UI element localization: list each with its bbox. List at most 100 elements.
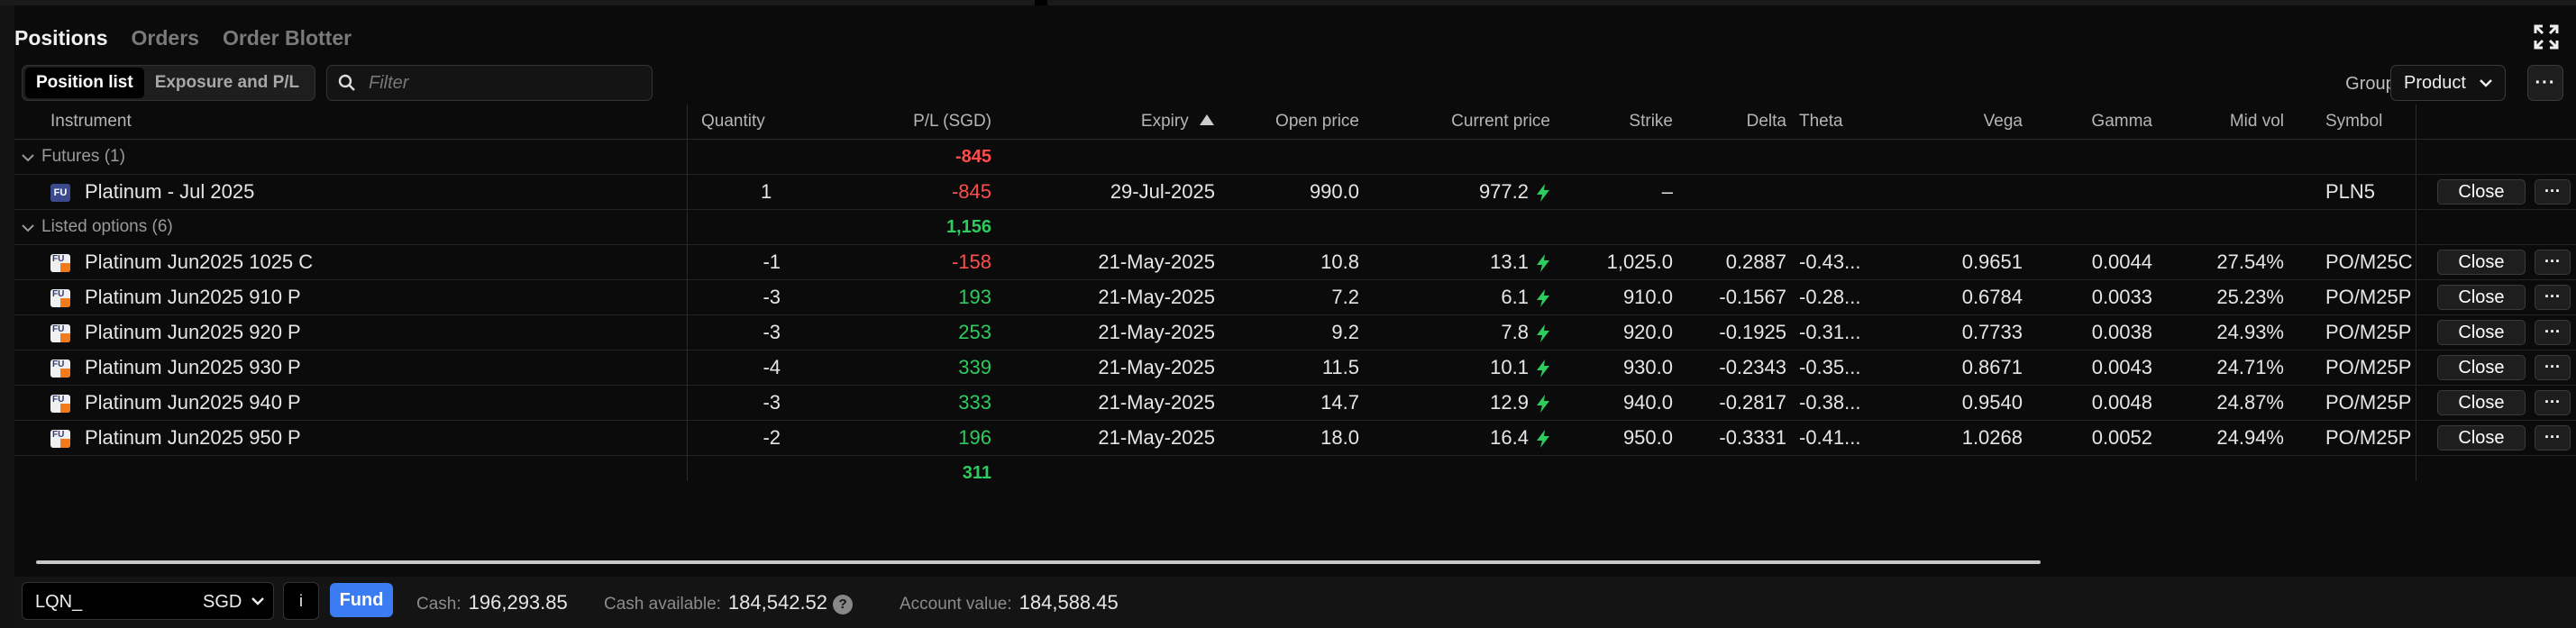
- account-value-label: Account value:: [900, 595, 1012, 614]
- col-open-price[interactable]: Open price: [1222, 105, 1359, 139]
- horizontal-scrollbar[interactable]: [36, 560, 2041, 564]
- col-delta[interactable]: Delta: [1682, 105, 1786, 139]
- table-row[interactable]: FU Platinum Jun2025 910 P -3 193 21-May-2025…: [14, 280, 2576, 315]
- close-position-button[interactable]: Close: [2437, 250, 2526, 275]
- row-more-button[interactable]: ···: [2535, 250, 2571, 275]
- open-price: 11.5: [1321, 356, 1359, 378]
- col-quantity[interactable]: Quantity: [701, 105, 765, 139]
- account-select[interactable]: LQN_ SGD: [22, 582, 274, 620]
- cash-available-label: Cash available:: [604, 595, 721, 614]
- strike: 930.0: [1622, 356, 1673, 378]
- delta: -0.2817: [1719, 391, 1786, 414]
- open-price: 990.0: [1309, 180, 1359, 203]
- expiry: 21-May-2025: [1098, 250, 1215, 273]
- row-more-button[interactable]: ···: [2535, 425, 2571, 451]
- close-position-button[interactable]: Close: [2437, 179, 2526, 205]
- view-toggle: Position list Exposure and P/L: [22, 65, 315, 101]
- option-icon: FU: [50, 254, 70, 272]
- pl: 253: [958, 321, 991, 343]
- options-rows: FU Platinum Jun2025 1025 C -1 -158 21-May-20…: [14, 245, 2576, 456]
- col-pl[interactable]: P/L (SGD): [826, 105, 991, 139]
- row-more-button[interactable]: ···: [2535, 355, 2571, 380]
- table-row[interactable]: FU Platinum Jun2025 920 P -3 253 21-May-2025…: [14, 315, 2576, 350]
- account-info-button[interactable]: i: [283, 582, 319, 620]
- table-row[interactable]: FU Platinum Jun2025 1025 C -1 -158 21-May-20…: [14, 245, 2576, 280]
- quantity: 1: [761, 180, 772, 203]
- mid-vol: 24.93%: [2216, 321, 2284, 343]
- vega: 0.8671: [1961, 356, 2023, 378]
- symbol: PO/M25P: [2325, 391, 2412, 414]
- table-row[interactable]: FU Platinum Jun2025 940 P -3 333 21-May-2025…: [14, 386, 2576, 421]
- table-row[interactable]: FU Platinum - Jul 2025 1 -845 29-Jul-202…: [14, 175, 2576, 210]
- theta: -0.31...: [1799, 321, 1861, 343]
- row-more-button[interactable]: ···: [2535, 390, 2571, 415]
- theta: -0.41...: [1799, 426, 1861, 449]
- lightning-icon: [1537, 184, 1549, 203]
- group-by-select[interactable]: Product: [2390, 65, 2506, 101]
- theta: -0.43...: [1799, 250, 1861, 273]
- fund-button[interactable]: Fund: [330, 583, 393, 617]
- symbol: PO/M25P: [2325, 321, 2412, 343]
- strike: 1,025.0: [1606, 250, 1673, 273]
- positions-table: Instrument Quantity P/L (SGD) Expiry Ope…: [14, 105, 2576, 490]
- instrument-name: Platinum Jun2025 940 P: [85, 391, 301, 414]
- col-mid-vol[interactable]: Mid vol: [2160, 105, 2284, 139]
- expiry: 21-May-2025: [1098, 286, 1215, 308]
- tab-positions[interactable]: Positions: [14, 26, 108, 50]
- expiry: 29-Jul-2025: [1110, 180, 1215, 203]
- filter-field: [326, 65, 653, 101]
- col-instrument[interactable]: Instrument: [50, 105, 132, 139]
- view-exposure-pl[interactable]: Exposure and P/L: [144, 68, 310, 98]
- account-name: LQN_: [35, 592, 83, 612]
- view-position-list[interactable]: Position list: [25, 68, 144, 98]
- option-icon: FU: [50, 360, 70, 378]
- col-symbol[interactable]: Symbol: [2325, 105, 2382, 139]
- close-position-button[interactable]: Close: [2437, 425, 2526, 451]
- panel-more-button[interactable]: ···: [2527, 65, 2563, 101]
- row-more-button[interactable]: ···: [2535, 320, 2571, 345]
- delta: 0.2887: [1725, 250, 1786, 273]
- open-price: 10.8: [1320, 250, 1359, 273]
- account-value-value: 184,588.45: [1019, 591, 1119, 614]
- tab-orders[interactable]: Orders: [132, 26, 199, 50]
- group-row-futures[interactable]: Futures (1) -845: [14, 140, 2576, 175]
- filter-input[interactable]: [367, 71, 632, 95]
- future-icon: FU: [50, 184, 70, 202]
- row-more-button[interactable]: ···: [2535, 285, 2571, 310]
- chevron-down-icon: [22, 224, 34, 232]
- gamma: 0.0048: [2091, 391, 2152, 414]
- close-position-button[interactable]: Close: [2437, 390, 2526, 415]
- vega: 0.6784: [1961, 286, 2023, 308]
- col-gamma[interactable]: Gamma: [2033, 105, 2152, 139]
- delta: -0.1925: [1719, 321, 1786, 343]
- group-label: Futures (1): [41, 147, 125, 166]
- cash-label: Cash:: [416, 595, 461, 614]
- option-icon: FU: [50, 395, 70, 413]
- open-price: 7.2: [1331, 286, 1359, 308]
- row-more-button[interactable]: ···: [2535, 179, 2571, 205]
- tab-order-blotter[interactable]: Order Blotter: [223, 26, 352, 50]
- symbol: PO/M25C: [2325, 250, 2413, 273]
- table-header: Instrument Quantity P/L (SGD) Expiry Ope…: [14, 105, 2576, 140]
- close-position-button[interactable]: Close: [2437, 355, 2526, 380]
- delta: -0.2343: [1719, 356, 1786, 378]
- col-strike[interactable]: Strike: [1565, 105, 1673, 139]
- close-position-button[interactable]: Close: [2437, 285, 2526, 310]
- table-row[interactable]: FU Platinum Jun2025 930 P -4 339 21-May-2025…: [14, 350, 2576, 386]
- col-current-price[interactable]: Current price: [1366, 105, 1550, 139]
- cash-available-stat: Cash available: 184,542.52?: [604, 591, 854, 614]
- expand-icon[interactable]: [2533, 23, 2560, 50]
- close-position-button[interactable]: Close: [2437, 320, 2526, 345]
- option-icon: FU: [50, 430, 70, 448]
- open-price: 18.0: [1320, 426, 1359, 449]
- table-row[interactable]: FU Platinum Jun2025 950 P -2 196 21-May-2025…: [14, 421, 2576, 456]
- col-vega[interactable]: Vega: [1907, 105, 2023, 139]
- help-icon[interactable]: ?: [833, 594, 854, 614]
- current-price-value: 6.1: [1501, 286, 1529, 308]
- sort-ascending-icon: [1200, 114, 1214, 125]
- col-theta[interactable]: Theta: [1799, 105, 1843, 139]
- group-row-listed-options[interactable]: Listed options (6) 1,156: [14, 210, 2576, 245]
- total-pl: 311: [962, 463, 991, 483]
- current-price: 6.1: [1366, 280, 1550, 314]
- col-expiry[interactable]: Expiry: [1006, 105, 1215, 139]
